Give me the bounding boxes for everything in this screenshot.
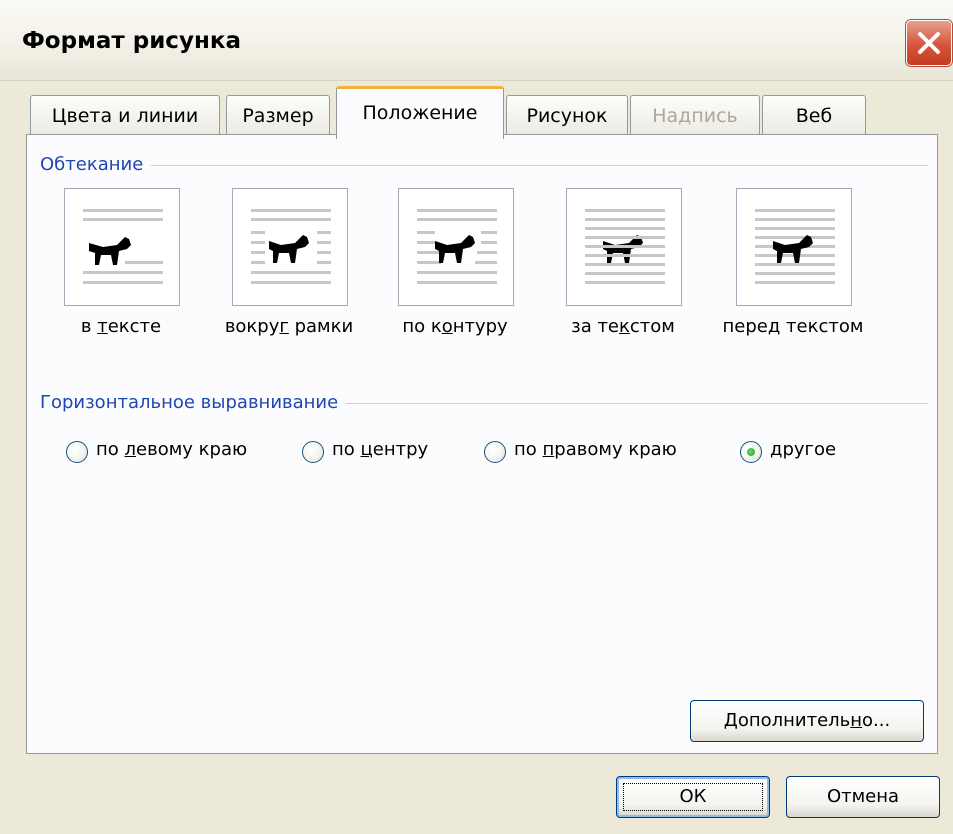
label-text: ентру	[372, 439, 429, 460]
access-key: н	[850, 710, 863, 731]
access-key: г	[279, 316, 289, 337]
tab-label: Рисунок	[526, 105, 608, 127]
wrap-option-square[interactable]	[232, 188, 348, 306]
access-key: л	[124, 439, 137, 460]
label-text: вокру	[224, 316, 280, 337]
radio-label-align-right[interactable]: по правому краю	[514, 439, 677, 460]
wrap-in-front-icon	[755, 209, 835, 284]
wrap-square-icon	[251, 209, 331, 284]
wrap-option-tight[interactable]	[398, 188, 514, 306]
label-text: евому краю	[136, 439, 248, 460]
title-bar[interactable]: Формат рисунка	[0, 0, 953, 81]
label-text: равому краю	[554, 439, 677, 460]
tab-label: Размер	[242, 105, 314, 127]
tab-label: Цвета и линии	[51, 105, 199, 127]
tab-size[interactable]: Размер	[226, 95, 330, 136]
radio-label-align-left[interactable]: по левому краю	[96, 439, 247, 460]
label-text: по	[514, 439, 543, 460]
label-text: текстом	[780, 316, 864, 337]
radio-label-align-center[interactable]: по центру	[332, 439, 428, 460]
label-text: нтуру	[452, 316, 508, 337]
label-text: по к	[402, 316, 442, 337]
label-text: ексте	[107, 316, 162, 337]
tab-textbox: Надпись	[630, 95, 760, 136]
tab-web[interactable]: Веб	[762, 95, 866, 136]
cancel-button[interactable]: Отмена	[786, 776, 940, 818]
label-text: по	[332, 439, 361, 460]
advanced-button[interactable]: Дополнительно...	[690, 700, 924, 742]
wrap-option-in-front[interactable]	[736, 188, 852, 306]
radio-label-align-other[interactable]: другое	[770, 439, 836, 460]
group-divider	[40, 165, 928, 166]
close-button[interactable]	[906, 20, 952, 66]
focus-rectangle	[623, 783, 763, 811]
ok-button[interactable]: ОК	[616, 776, 770, 818]
radio-align-center[interactable]	[302, 441, 324, 463]
tab-label: Надпись	[652, 105, 738, 127]
wrap-label-square[interactable]: вокруг рамки	[204, 316, 374, 337]
label-text: Отмена	[826, 786, 900, 807]
radio-align-left[interactable]	[66, 441, 88, 463]
tab-picture[interactable]: Рисунок	[506, 95, 628, 136]
access-key: о	[441, 316, 453, 337]
wrap-option-behind-text[interactable]	[566, 188, 682, 306]
radio-align-other[interactable]	[740, 441, 762, 463]
window-title: Формат рисунка	[22, 28, 241, 54]
access-key: п	[542, 439, 555, 460]
wrap-label-in-line[interactable]: в тексте	[36, 316, 206, 337]
radio-align-right[interactable]	[484, 441, 506, 463]
access-key: д	[767, 316, 781, 337]
access-key: к	[619, 316, 630, 337]
tab-position[interactable]: Положение	[336, 86, 504, 139]
wrapping-group-label: Обтекание	[40, 154, 152, 175]
label-text: в	[80, 316, 98, 337]
wrap-behind-text-icon	[585, 209, 665, 284]
wrap-label-behind-text[interactable]: за текстом	[538, 316, 708, 337]
wrap-tight-icon	[417, 209, 497, 284]
tab-colors-lines[interactable]: Цвета и линии	[30, 95, 220, 136]
wrap-in-line-icon	[83, 209, 163, 284]
label-text: за те	[571, 316, 620, 337]
label-text: о...	[862, 710, 891, 731]
label-text: стом	[629, 316, 675, 337]
wrap-option-in-line[interactable]	[64, 188, 180, 306]
tab-label: Веб	[795, 105, 833, 127]
label-text: Дополнитель	[723, 710, 851, 731]
wrap-label-in-front[interactable]: перед текстом	[708, 316, 878, 337]
alignment-group-label: Горизонтальное выравнивание	[40, 392, 347, 413]
access-key: т	[97, 316, 108, 337]
access-key: ц	[360, 439, 373, 460]
label-text: по	[96, 439, 125, 460]
label-text: ругое	[782, 439, 837, 460]
format-picture-dialog: Формат рисунка Цвета и линии Размер Поло…	[0, 0, 953, 834]
label-text: рамки	[288, 316, 354, 337]
wrap-label-tight[interactable]: по контуру	[370, 316, 540, 337]
access-key: д	[770, 439, 783, 460]
tab-label: Положение	[362, 102, 478, 124]
close-icon	[918, 32, 940, 54]
label-text: пере	[722, 316, 768, 337]
